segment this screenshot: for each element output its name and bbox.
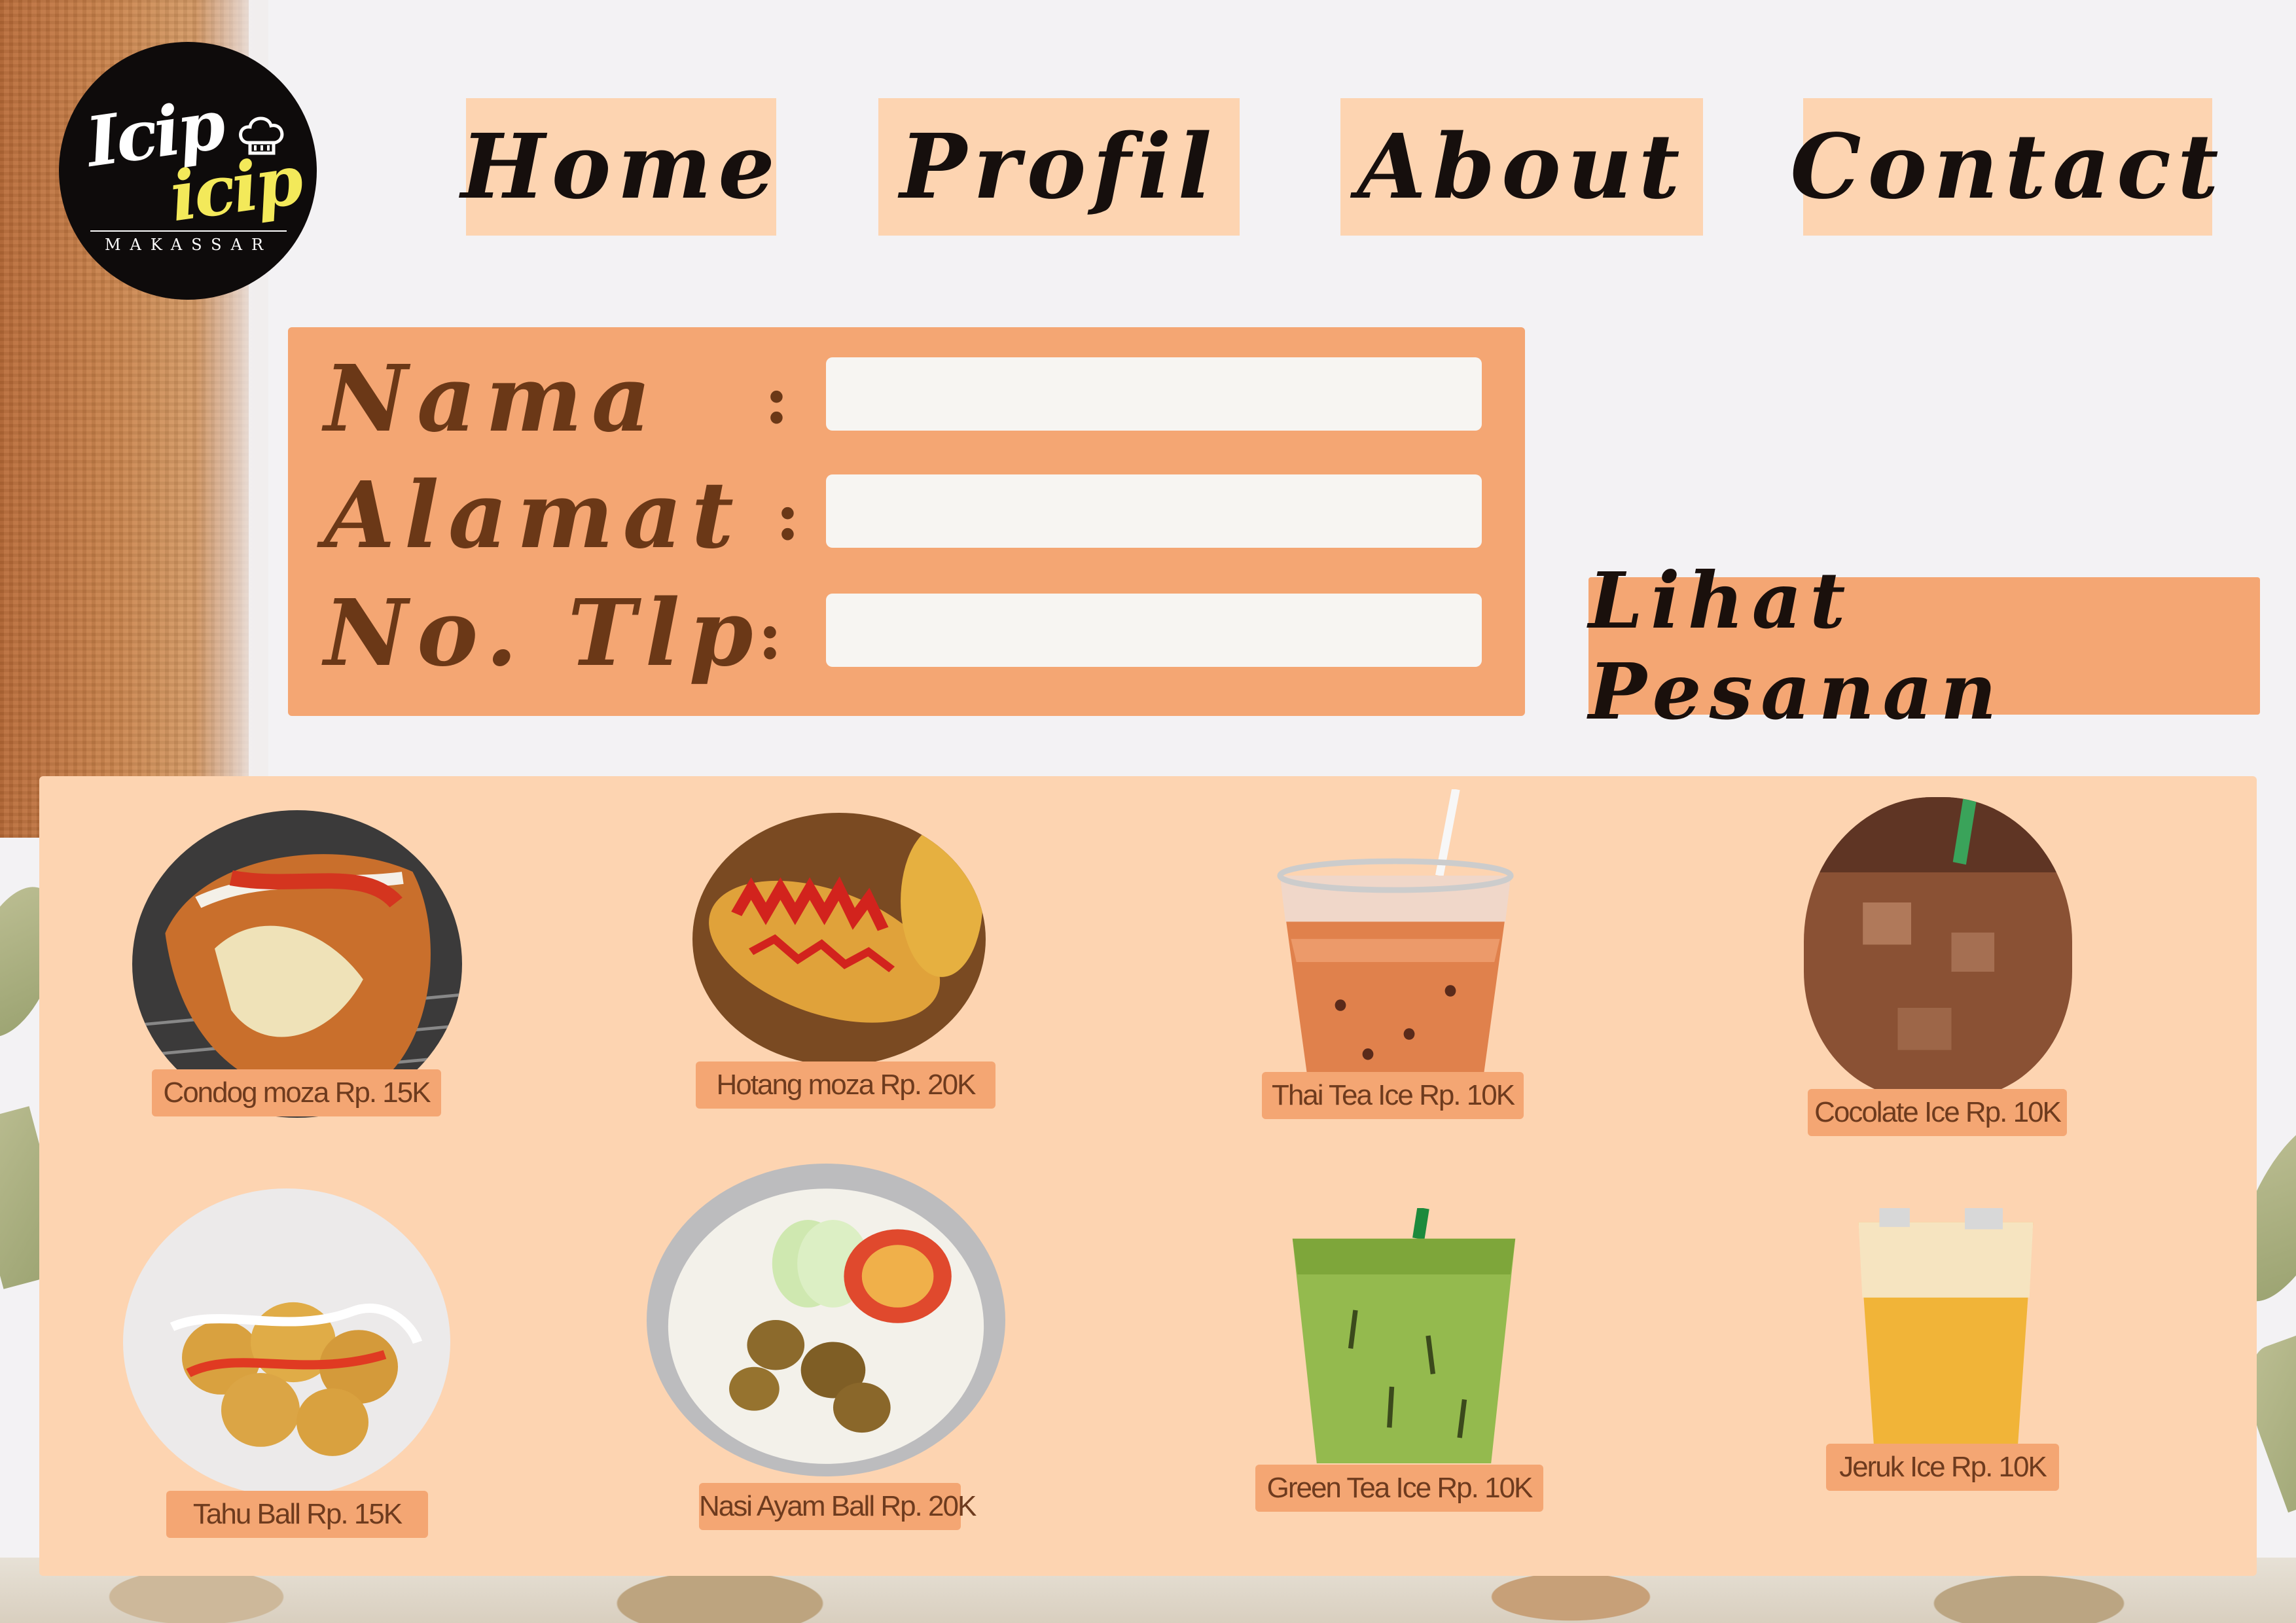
- chef-hat-icon: [239, 116, 284, 155]
- tlp-label: No. Tlp: [324, 580, 762, 687]
- alamat-input[interactable]: [826, 474, 1482, 548]
- nama-label: Nama: [324, 346, 660, 453]
- customer-form: Nama : Alamat : No. Tlp :: [288, 327, 1525, 716]
- menu-item-label: Thai Tea Ice Rp. 10K: [1262, 1072, 1524, 1119]
- alamat-colon: :: [776, 478, 800, 555]
- green-tea-ice-photo[interactable]: [1283, 1208, 1525, 1463]
- hotang-moza-photo[interactable]: [692, 813, 986, 1065]
- alamat-label: Alamat: [324, 462, 744, 569]
- menu-item-label: Tahu Ball Rp. 15K: [166, 1491, 428, 1538]
- nama-colon: :: [764, 361, 789, 438]
- cocolate-ice-photo[interactable]: [1804, 797, 2072, 1098]
- tahu-ball-photo[interactable]: [123, 1188, 450, 1496]
- menu-item-label: Jeruk Ice Rp. 10K: [1826, 1444, 2059, 1491]
- nama-input[interactable]: [826, 357, 1482, 431]
- logo-city: MAKASSAR: [90, 230, 287, 254]
- menu-item-label: Hotang moza Rp. 20K: [696, 1061, 996, 1109]
- nav-home-button[interactable]: Home: [461, 98, 776, 236]
- tlp-colon: :: [758, 597, 782, 674]
- menu-panel: Condog moza Rp. 15K Hotang moza Rp. 20K …: [39, 776, 2257, 1576]
- menu-item-label: Condog moza Rp. 15K: [152, 1069, 441, 1116]
- nav-contact-button[interactable]: Contact: [1790, 98, 2219, 236]
- nav-about-button[interactable]: About: [1340, 98, 1703, 236]
- brand-logo[interactable]: Icip icip MAKASSAR: [59, 42, 317, 300]
- jeruk-ice-photo[interactable]: [1851, 1208, 2041, 1444]
- menu-item-label: Cocolate Ice Rp. 10K: [1808, 1089, 2067, 1136]
- nasi-ayam-ball-photo[interactable]: [647, 1164, 1005, 1476]
- tlp-input[interactable]: [826, 594, 1482, 667]
- thai-tea-ice-photo[interactable]: [1258, 789, 1533, 1077]
- nav-profil-button[interactable]: Profil: [878, 98, 1240, 236]
- menu-item-label: Nasi Ayam Ball Rp. 20K: [699, 1483, 977, 1530]
- view-order-button[interactable]: Lihat Pesanan: [1588, 555, 2260, 737]
- menu-item-label: Green Tea Ice Rp. 10K: [1255, 1465, 1543, 1512]
